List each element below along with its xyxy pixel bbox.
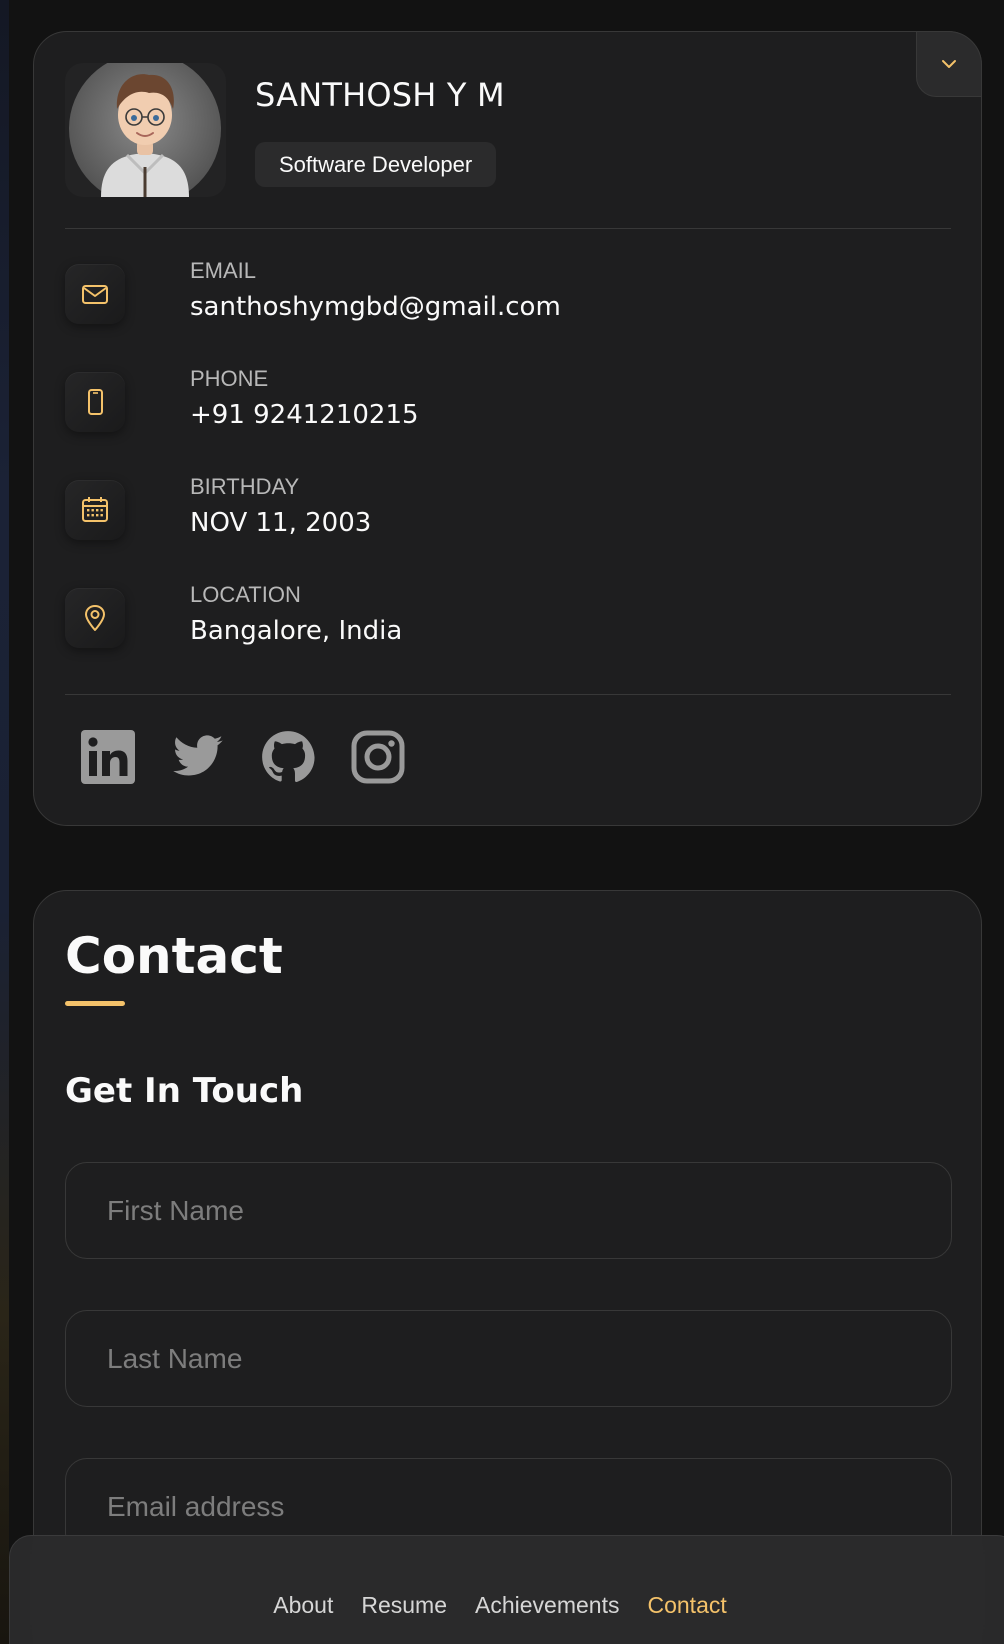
- contact-label: Birthday: [190, 474, 300, 499]
- last-name-field[interactable]: [65, 1310, 952, 1407]
- profile-name: SANTHOSH Y M: [255, 76, 505, 114]
- location-value: Bangalore, India: [190, 616, 403, 646]
- twitter-icon: [173, 735, 223, 776]
- nav-item-resume[interactable]: Resume: [361, 1592, 447, 1619]
- title-underline: [65, 1001, 125, 1006]
- instagram-link[interactable]: [351, 730, 405, 784]
- job-title-badge: Software Developer: [255, 142, 497, 187]
- divider: [65, 228, 951, 229]
- mail-icon: [65, 264, 125, 324]
- contact-item-location: Location Bangalore, India: [65, 578, 945, 658]
- instagram-icon: [351, 730, 405, 784]
- contact-label: Email: [190, 258, 257, 283]
- background-strip: [0, 0, 9, 1644]
- sidebar-card: SANTHOSH Y M Software Developer Email sa…: [33, 31, 982, 826]
- first-name-field[interactable]: [65, 1162, 952, 1259]
- phone-icon: [65, 372, 125, 432]
- nav-item-achievements[interactable]: Achievements: [475, 1592, 619, 1619]
- contact-label: Location: [190, 582, 301, 607]
- linkedin-link[interactable]: [81, 730, 135, 784]
- avatar: [65, 63, 226, 197]
- chevron-down-icon: [942, 60, 956, 68]
- linkedin-icon: [81, 730, 135, 784]
- email-link[interactable]: santhoshymgbd@gmail.com: [190, 292, 561, 322]
- contact-card: Contact Get In Touch: [33, 890, 982, 1644]
- nav-item-about[interactable]: About: [273, 1592, 333, 1619]
- page: SANTHOSH Y M Software Developer Email sa…: [0, 0, 1004, 1644]
- birthday-value: NOV 11, 2003: [190, 508, 372, 538]
- page-title: Contact: [65, 927, 283, 985]
- calendar-icon: [65, 480, 125, 540]
- show-contacts-button[interactable]: [916, 31, 982, 97]
- contact-item-phone: Phone +91 9241210215: [65, 362, 945, 442]
- github-link[interactable]: [261, 730, 315, 784]
- contact-item-email: Email santhoshymgbd@gmail.com: [65, 254, 945, 334]
- divider: [65, 694, 951, 695]
- contact-item-birthday: Birthday NOV 11, 2003: [65, 470, 945, 550]
- navbar: About Resume Achievements Contact: [9, 1535, 1004, 1644]
- github-icon: [262, 731, 315, 783]
- nav-item-contact[interactable]: Contact: [647, 1592, 726, 1619]
- contact-label: Phone: [190, 366, 269, 391]
- location-icon: [65, 588, 125, 648]
- nav-list: About Resume Achievements Contact: [10, 1592, 990, 1619]
- twitter-link[interactable]: [171, 730, 225, 784]
- social-list: [81, 730, 405, 784]
- phone-link[interactable]: +91 9241210215: [190, 400, 419, 430]
- form-title: Get In Touch: [65, 1071, 304, 1111]
